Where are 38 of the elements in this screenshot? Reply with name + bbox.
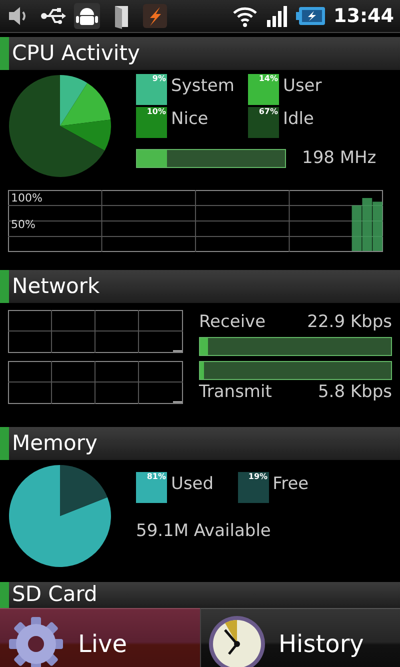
- axis-label: 100%: [11, 192, 42, 204]
- available-memory: 59.1M Available: [136, 520, 272, 543]
- percent-label: 81%: [146, 472, 166, 482]
- battery-charging-icon: [296, 5, 326, 27]
- section-title: Memory: [11, 430, 98, 457]
- tab[interactable]: Live: [0, 608, 200, 667]
- percent-label: 10%: [146, 107, 166, 117]
- android-icon: [74, 3, 100, 29]
- usage-bar: [362, 198, 372, 251]
- frequency-reading: 198 MHz: [302, 147, 376, 170]
- section-title: CPU Activity: [11, 40, 140, 67]
- axis-label: 50%: [11, 218, 36, 231]
- legend-label: Idle: [283, 108, 314, 131]
- section-title: SD Card: [11, 582, 98, 608]
- accent-stripe: [0, 582, 9, 608]
- rate-label: Transmit: [199, 380, 272, 404]
- legend-label: Nice: [171, 108, 208, 131]
- percent-label: 19%: [248, 472, 268, 482]
- legend-label: Used: [171, 473, 214, 496]
- section-title: Network: [11, 272, 100, 300]
- accent-stripe: [0, 37, 9, 70]
- rate-reading: 22.9 Kbps: [307, 311, 392, 334]
- percent-label: 9%: [152, 74, 166, 84]
- legend-label: System: [171, 75, 234, 98]
- rate-label: Receive: [199, 311, 266, 334]
- rate-reading: 5.8 Kbps: [318, 380, 392, 404]
- accent-stripe: [0, 427, 9, 460]
- lightning-icon: [142, 3, 168, 29]
- clock-time: 13:44: [334, 4, 394, 29]
- legend-label: User: [283, 75, 322, 98]
- usage-bar: [372, 202, 382, 251]
- clock-icon: [206, 614, 266, 667]
- tab[interactable]: History: [200, 608, 400, 667]
- percent-label: 14%: [258, 74, 278, 84]
- percent-label: 67%: [258, 107, 278, 117]
- legend-label: Free: [272, 473, 309, 496]
- signal-icon: [266, 4, 288, 28]
- accent-stripe: [0, 270, 9, 303]
